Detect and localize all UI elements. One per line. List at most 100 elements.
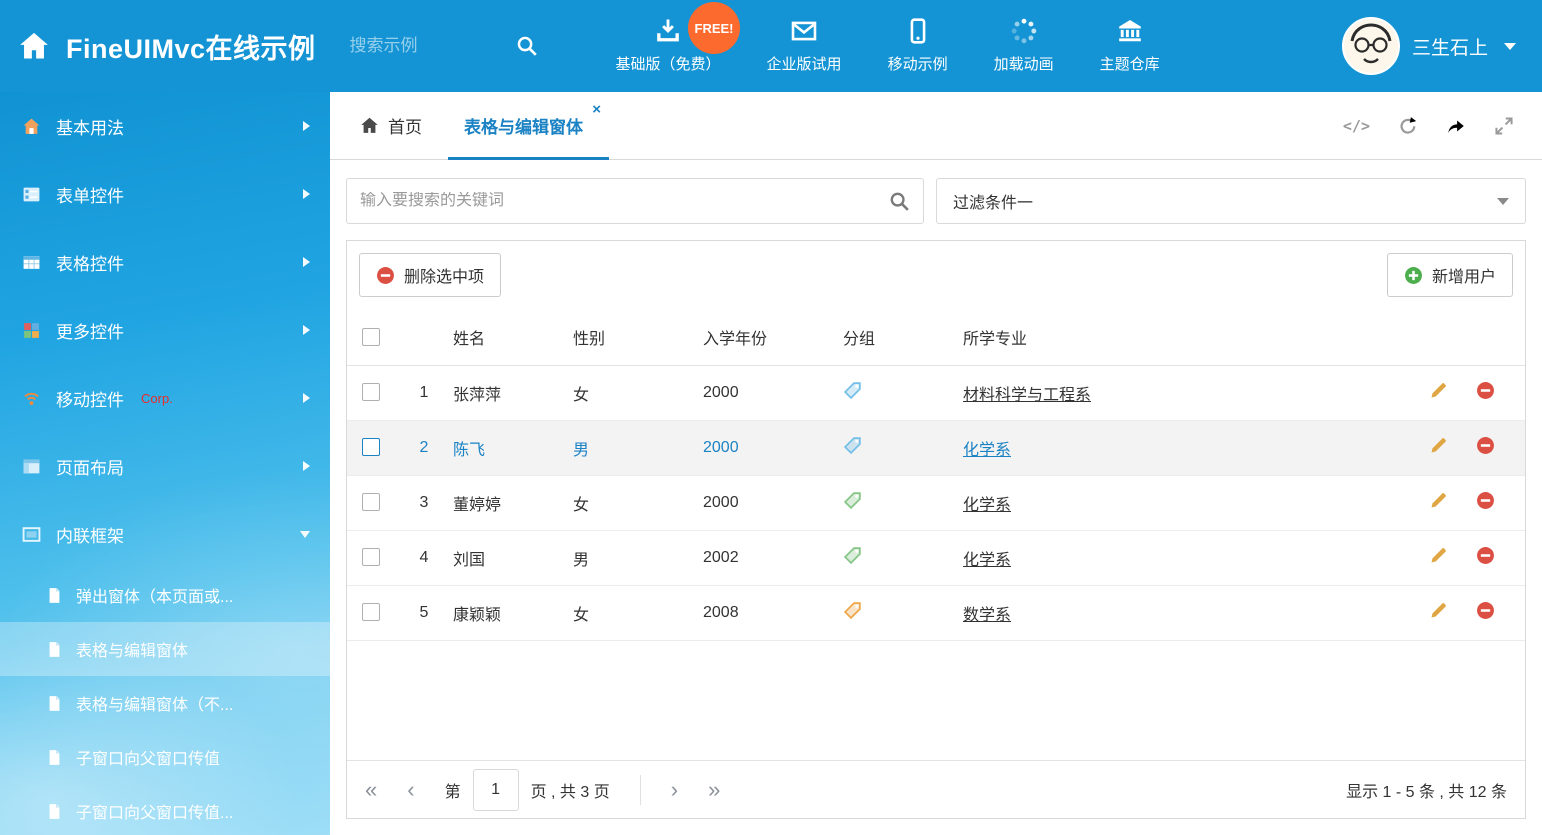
first-page-icon[interactable]: «: [365, 779, 377, 801]
edit-icon[interactable]: [1429, 546, 1448, 565]
column-actions: [1405, 309, 1525, 365]
add-user-button[interactable]: 新增用户: [1387, 253, 1513, 297]
sidebar-subitem-popup-window[interactable]: 弹出窗体（本页面或...: [0, 568, 330, 622]
row-checkbox[interactable]: [362, 383, 380, 401]
sidebar-subitem-label: 子窗口向父窗口传值...: [76, 799, 233, 823]
keyword-search-input[interactable]: [360, 192, 889, 210]
column-group: 分组: [843, 309, 963, 365]
expand-icon[interactable]: [1494, 116, 1514, 136]
major-link[interactable]: 化学系: [963, 552, 1011, 569]
row-number: 2: [395, 420, 453, 475]
keyword-search-box: [346, 178, 924, 224]
major-link[interactable]: 化学系: [963, 497, 1011, 514]
delete-icon[interactable]: [1476, 436, 1495, 455]
share-icon[interactable]: [1446, 116, 1466, 136]
filter-dropdown[interactable]: 过滤条件一: [936, 178, 1526, 224]
file-icon: [46, 803, 63, 820]
sidebar-item-iframe[interactable]: 内联框架: [0, 500, 330, 568]
sidebar-item-more-controls[interactable]: 更多控件: [0, 296, 330, 364]
table-row[interactable]: 2 陈飞 男 2000 化学系: [347, 420, 1525, 475]
row-checkbox[interactable]: [362, 438, 380, 456]
mobile-icon: [905, 18, 931, 44]
sidebar-item-form-controls[interactable]: 表单控件: [0, 160, 330, 228]
edit-icon[interactable]: [1429, 381, 1448, 400]
page-total-label: 页 , 共 3 页: [531, 778, 610, 802]
tab-home[interactable]: 首页: [344, 92, 448, 159]
major-link[interactable]: 化学系: [963, 442, 1011, 459]
delete-icon[interactable]: [1476, 601, 1495, 620]
row-number: 1: [395, 365, 453, 420]
download-icon: [655, 18, 681, 44]
corp-badge: Corp.: [141, 391, 173, 406]
sidebar-subitem-child-to-parent-2[interactable]: 子窗口向父窗口传值...: [0, 784, 330, 835]
cell-year: 2000: [703, 420, 843, 475]
frame-icon: [22, 525, 41, 544]
row-checkbox[interactable]: [362, 603, 380, 621]
prev-page-icon[interactable]: ‹: [407, 779, 414, 801]
search-icon[interactable]: [889, 191, 910, 212]
column-gender: 性别: [573, 309, 703, 365]
table-row[interactable]: 1 张萍萍 女 2000 材料科学与工程系: [347, 365, 1525, 420]
table-row[interactable]: 3 董婷婷 女 2000 化学系: [347, 475, 1525, 530]
column-major: 所学专业: [963, 309, 1405, 365]
sidebar-item-label: 基本用法: [56, 114, 124, 139]
header-search-input[interactable]: [350, 36, 480, 56]
brand[interactable]: FineUIMvc在线示例: [0, 27, 316, 66]
table-row[interactable]: 4 刘国 男 2002 化学系: [347, 530, 1525, 585]
edit-icon[interactable]: [1429, 491, 1448, 510]
user-menu[interactable]: 三生石上: [1342, 17, 1542, 75]
last-page-icon[interactable]: »: [708, 779, 720, 801]
nav-theme-repo[interactable]: 主题仓库: [1100, 18, 1160, 74]
sidebar-item-grid-controls[interactable]: 表格控件: [0, 228, 330, 296]
sidebar-item-basic-usage[interactable]: 基本用法: [0, 92, 330, 160]
cell-name: 康颖颖: [453, 585, 573, 640]
edit-icon[interactable]: [1429, 601, 1448, 620]
chevron-right-icon: [303, 257, 310, 267]
delete-icon[interactable]: [1476, 381, 1495, 400]
major-link[interactable]: 材料科学与工程系: [963, 387, 1091, 404]
table-icon: [22, 253, 41, 272]
refresh-icon[interactable]: [1398, 116, 1418, 136]
code-view-icon[interactable]: </>: [1343, 117, 1370, 135]
major-link[interactable]: 数学系: [963, 607, 1011, 624]
tab-bar: 首页 表格与编辑窗体 × </>: [330, 92, 1542, 160]
sidebar-item-label: 表格控件: [56, 250, 124, 275]
cell-year: 2002: [703, 530, 843, 585]
chevron-right-icon: [303, 189, 310, 199]
cell-name: 刘国: [453, 530, 573, 585]
sidebar-subitem-grid-edit-window-2[interactable]: 表格与编辑窗体（不...: [0, 676, 330, 730]
sidebar-item-label: 表单控件: [56, 182, 124, 207]
sidebar-subitem-label: 表格与编辑窗体（不...: [76, 691, 233, 715]
select-all-checkbox[interactable]: [362, 328, 380, 346]
nav-mobile-demo[interactable]: 移动示例: [888, 18, 948, 74]
row-checkbox[interactable]: [362, 493, 380, 511]
nav-label: 主题仓库: [1100, 53, 1160, 74]
sidebar-item-label: 更多控件: [56, 318, 124, 343]
search-icon[interactable]: [516, 35, 538, 57]
table-row[interactable]: 5 康颖颖 女 2008 数学系: [347, 585, 1525, 640]
nav-enterprise-trial[interactable]: 企业版试用: [767, 18, 842, 74]
cell-gender: 女: [573, 475, 703, 530]
next-page-icon[interactable]: ›: [671, 779, 678, 801]
page-number-input[interactable]: [473, 769, 519, 811]
tab-grid-edit-window[interactable]: 表格与编辑窗体 ×: [448, 92, 609, 159]
sidebar-item-mobile-controls[interactable]: 移动控件 Corp.: [0, 364, 330, 432]
form-icon: [22, 185, 41, 204]
sidebar-subitem-child-to-parent[interactable]: 子窗口向父窗口传值: [0, 730, 330, 784]
chevron-down-icon: [1504, 43, 1516, 50]
nav-loading-animation[interactable]: 加载动画: [994, 18, 1054, 74]
edit-icon[interactable]: [1429, 436, 1448, 455]
delete-selected-button[interactable]: 删除选中项: [359, 253, 501, 297]
sidebar-item-label: 内联框架: [56, 522, 124, 547]
filter-value: 过滤条件一: [953, 189, 1033, 213]
delete-icon[interactable]: [1476, 546, 1495, 565]
header-search: [350, 35, 538, 57]
row-checkbox[interactable]: [362, 548, 380, 566]
button-label: 删除选中项: [404, 263, 484, 287]
signal-icon: [22, 389, 41, 408]
cell-name: 张萍萍: [453, 365, 573, 420]
delete-icon[interactable]: [1476, 491, 1495, 510]
sidebar-subitem-grid-edit-window[interactable]: 表格与编辑窗体: [0, 622, 330, 676]
sidebar-item-page-layout[interactable]: 页面布局: [0, 432, 330, 500]
close-icon[interactable]: ×: [592, 101, 601, 118]
